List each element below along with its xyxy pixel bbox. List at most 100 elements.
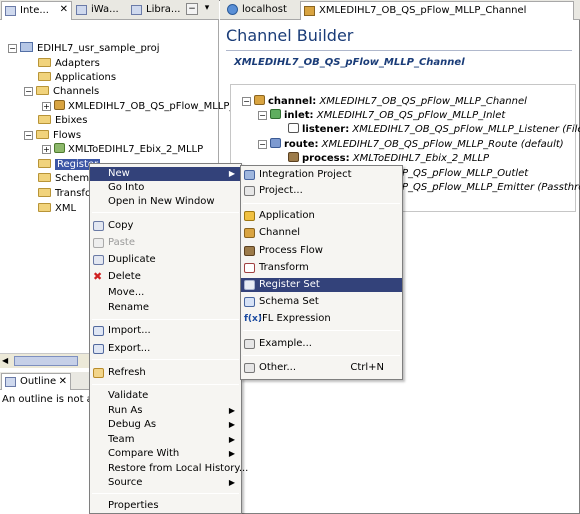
submenu-item-example[interactable]: Example... — [241, 337, 402, 351]
node-key: process: — [302, 153, 350, 164]
menu-label: Team — [108, 434, 135, 445]
menu-label: Run As — [108, 405, 143, 416]
collapse-icon[interactable]: − — [258, 111, 267, 120]
submenu-item-schema-set[interactable]: Schema Set — [241, 295, 402, 309]
menu-label: IFL Expression — [259, 313, 331, 324]
node-value: XMLEDIHL7_OB_QS_pFlow_MLLP_Route (defaul… — [321, 139, 564, 150]
tree-item-flow[interactable]: + XMLToEDIHL7_Ebix_2_MLLP — [42, 143, 203, 157]
close-icon[interactable]: ✕ — [59, 376, 67, 387]
diagram-listener-node[interactable]: listener: XMLEDIHL7_OB_QS_pFlow_MLLP_Lis… — [288, 123, 580, 137]
integration-view-icon — [5, 6, 16, 16]
integration-project-icon — [244, 170, 255, 180]
submenu-item-project[interactable]: Project... — [241, 184, 402, 198]
delete-icon: ✖ — [93, 270, 103, 283]
tree-item-flows[interactable]: − Flows — [24, 129, 81, 143]
tab-outline[interactable]: Outline ✕ — [1, 373, 71, 390]
menu-label: Rename — [108, 302, 150, 313]
tab-library[interactable]: Libra... — [128, 1, 184, 20]
diagram-emitter-node[interactable]: P_QS_pFlow_MLLP_Emitter (Passthrough) — [402, 181, 580, 195]
collapse-icon[interactable]: − — [24, 131, 33, 140]
expand-icon[interactable]: + — [42, 102, 51, 111]
schema-set-icon — [244, 297, 255, 307]
collapse-icon[interactable]: − — [258, 140, 267, 149]
menu-item-new[interactable]: New ▶ — [90, 167, 241, 181]
menu-label: Refresh — [108, 367, 146, 378]
tree-item-project[interactable]: − EDIHL7_usr_sample_proj — [8, 42, 160, 56]
menu-item-delete[interactable]: ✖ Delete — [90, 270, 241, 284]
menu-item-debug-as[interactable]: Debug As ▶ — [90, 418, 241, 432]
menu-item-rename[interactable]: Rename — [90, 301, 241, 315]
submenu-item-channel[interactable]: Channel — [241, 226, 402, 240]
channel-name: XMLEDIHL7_OB_QS_pFlow_MLLP_Channel — [234, 57, 465, 68]
tab-localhost[interactable]: localhost — [224, 1, 298, 20]
menu-item-import[interactable]: Import... — [90, 324, 241, 338]
submenu-item-application[interactable]: Application — [241, 209, 402, 223]
tab-iway[interactable]: iWa... — [73, 1, 128, 20]
menu-label: Transform — [259, 262, 309, 273]
listener-icon — [288, 123, 299, 133]
menu-label: Other... — [259, 362, 297, 373]
expand-icon[interactable]: + — [42, 145, 51, 154]
diagram-channel-node[interactable]: − channel: XMLEDIHL7_OB_QS_pFlow_MLLP_Cha… — [242, 95, 527, 109]
diagram-inlet-node[interactable]: − inlet: XMLEDIHL7_OB_QS_pFlow_MLLP_Inlet — [258, 109, 505, 123]
menu-item-duplicate[interactable]: Duplicate — [90, 253, 241, 267]
diagram-process-node[interactable]: process: XMLToEDIHL7_Ebix_2_MLLP — [288, 152, 489, 166]
menu-item-source[interactable]: Source ▶ — [90, 476, 241, 490]
ifl-expression-icon: f(x) — [244, 314, 262, 324]
menu-label: Project... — [259, 185, 303, 196]
tab-label: iWa... — [91, 4, 119, 15]
menu-item-paste[interactable]: Paste — [90, 236, 241, 250]
tree-item-ebixes[interactable]: Ebixes — [38, 114, 87, 128]
menu-label: Compare With — [108, 448, 180, 459]
node-value: XMLEDIHL7_OB_QS_pFlow_MLLP_Inlet — [316, 110, 506, 121]
menu-item-export[interactable]: Export... — [90, 342, 241, 356]
collapse-icon[interactable]: − — [8, 44, 17, 53]
tab-channel-editor[interactable]: XMLEDIHL7_OB_QS_pFlow_MLLP_Channel — [300, 1, 574, 20]
submenu-arrow-icon: ▶ — [228, 406, 235, 415]
menu-label: Paste — [108, 237, 135, 248]
scroll-thumb[interactable] — [14, 356, 78, 366]
menu-item-validate[interactable]: Validate — [90, 389, 241, 403]
menu-item-go-into[interactable]: Go Into — [90, 181, 241, 195]
application-icon — [244, 211, 255, 221]
submenu-item-other[interactable]: Other... Ctrl+N — [241, 361, 402, 375]
tree-item-transforms[interactable]: Transfor — [38, 187, 95, 201]
folder-icon — [36, 86, 49, 95]
menu-item-run-as[interactable]: Run As ▶ — [90, 404, 241, 418]
submenu-item-ifl-expression[interactable]: f(x) IFL Expression — [241, 312, 402, 326]
menu-item-open-new-window[interactable]: Open in New Window — [90, 195, 241, 209]
tree-item-applications[interactable]: Applications — [38, 71, 116, 85]
menu-item-copy[interactable]: Copy — [90, 219, 241, 233]
close-icon[interactable]: ✕ — [60, 4, 68, 15]
tree-item-channels[interactable]: − Channels — [24, 85, 99, 99]
scroll-left-icon[interactable]: ◀ — [2, 356, 8, 365]
submenu-arrow-icon: ▶ — [228, 420, 235, 429]
menu-separator — [243, 330, 400, 331]
tree-item-channel[interactable]: + XMLEDIHL7_OB_QS_pFlow_MLLP_ — [42, 100, 234, 114]
diagram-route-node[interactable]: − route: XMLEDIHL7_OB_QS_pFlow_MLLP_Route… — [258, 138, 564, 152]
diagram-outlet-node[interactable]: P_QS_pFlow_MLLP_Outlet — [402, 167, 528, 181]
tree-item-xml[interactable]: XML — [38, 202, 76, 216]
submenu-item-process-flow[interactable]: Process Flow — [241, 244, 402, 258]
menu-separator — [92, 212, 239, 213]
menu-label: New — [108, 168, 130, 179]
submenu-item-transform[interactable]: Transform — [241, 261, 402, 275]
collapse-icon[interactable]: − — [24, 87, 33, 96]
submenu-item-register-set[interactable]: Register Set — [241, 278, 402, 292]
folder-icon — [38, 72, 51, 81]
menu-item-move[interactable]: Move... — [90, 286, 241, 300]
view-menu-icon[interactable]: ▾ — [201, 3, 213, 15]
tab-integration[interactable]: Inte... ✕ — [1, 1, 72, 20]
collapse-icon[interactable]: − — [242, 97, 251, 106]
collapse-all-icon[interactable]: − — [186, 3, 198, 15]
menu-separator — [92, 359, 239, 360]
menu-item-compare-with[interactable]: Compare With ▶ — [90, 447, 241, 461]
menu-item-properties[interactable]: Properties — [90, 499, 241, 513]
menu-item-restore-history[interactable]: Restore from Local History... — [90, 462, 248, 476]
menu-item-refresh[interactable]: Refresh — [90, 366, 241, 380]
tree-item-adapters[interactable]: Adapters — [38, 57, 100, 71]
submenu-item-integration-project[interactable]: Integration Project — [241, 168, 402, 182]
menu-item-team[interactable]: Team ▶ — [90, 433, 241, 447]
tree-label: Channels — [53, 86, 100, 97]
menu-label: Restore from Local History... — [108, 463, 249, 474]
